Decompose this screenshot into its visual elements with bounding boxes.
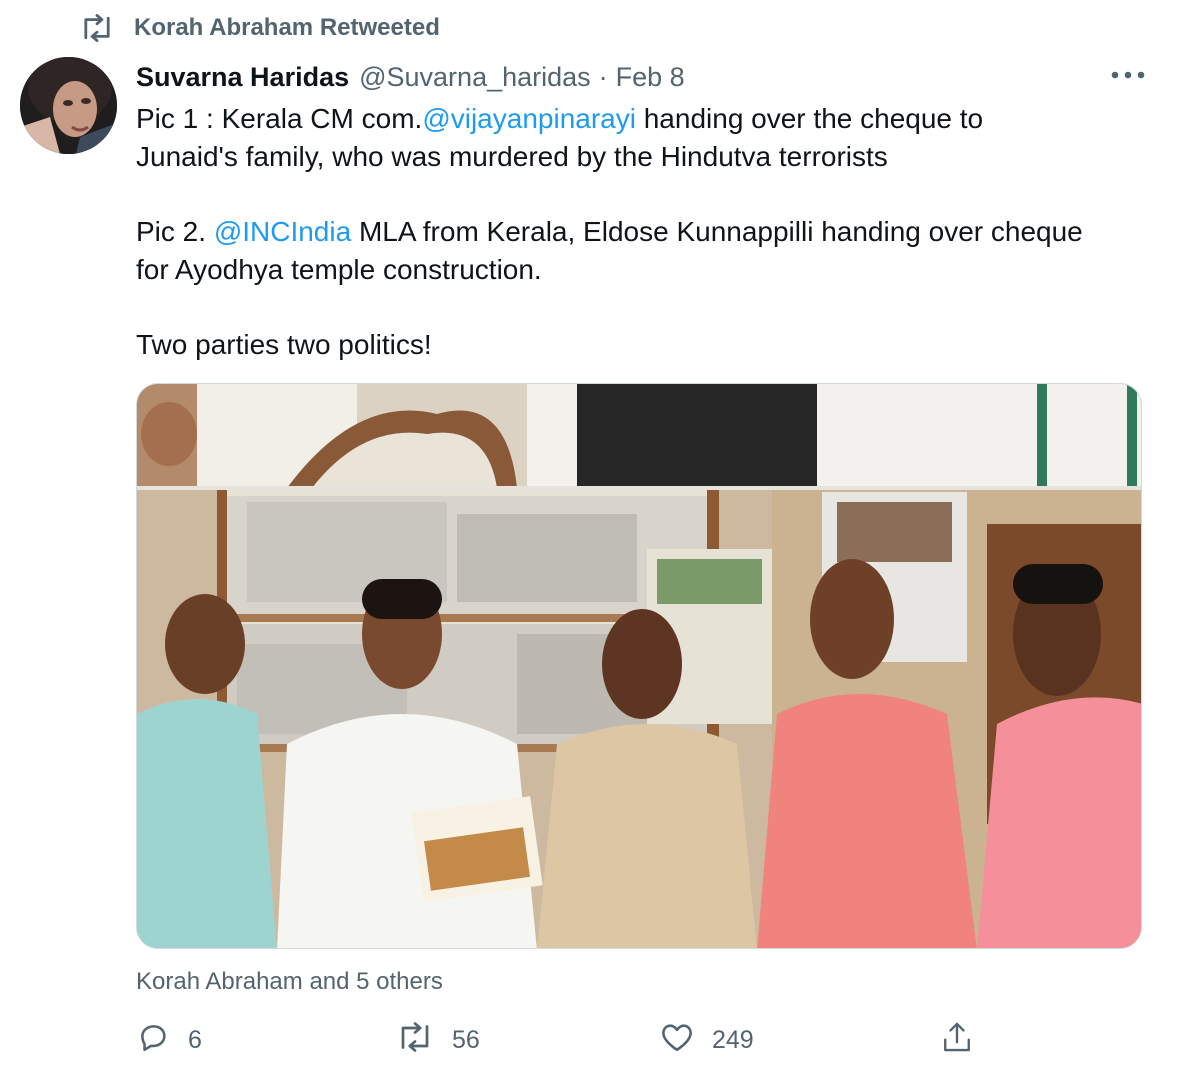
tweet-photo[interactable] <box>136 383 1142 949</box>
text-span: MLA from Kerala, Eldose Kunnappilli hand… <box>351 216 1083 247</box>
text-span: Pic 2. <box>136 216 214 247</box>
author-display-name[interactable]: Suvarna Haridas <box>136 62 349 93</box>
tweet-text-line: for Ayodhya temple construction. <box>136 254 542 285</box>
mention-link[interactable]: @INCIndia <box>214 216 351 247</box>
liked-by-text: Korah Abraham and 5 others <box>136 968 443 995</box>
retweet-icon <box>396 1021 434 1059</box>
retweet-count: 56 <box>452 1025 480 1054</box>
text-span: handing over the cheque to <box>635 103 984 134</box>
photo <box>137 384 1141 948</box>
tweet-text-line: Two parties two politics! <box>136 329 432 360</box>
share-icon <box>941 1020 973 1061</box>
more-icon <box>1110 67 1146 85</box>
reply-button[interactable]: 6 <box>136 1020 202 1060</box>
retweet-banner-text: Korah Abraham Retweeted <box>134 14 440 41</box>
like-button[interactable]: 249 <box>660 1020 754 1060</box>
reply-count: 6 <box>188 1025 202 1054</box>
retweet-banner[interactable]: Korah Abraham Retweeted <box>80 10 440 46</box>
text-span: Pic 1 : Kerala CM com. <box>136 103 423 134</box>
tweet-date[interactable]: Feb 8 <box>616 62 685 93</box>
tweet-text-line: Junaid's family, who was murdered by the… <box>136 141 888 172</box>
header-separator: · <box>598 61 608 92</box>
like-count: 249 <box>712 1025 754 1054</box>
author-handle[interactable]: @Suvarna_haridas <box>359 62 591 93</box>
liked-by-line[interactable]: Korah Abraham and 5 others <box>136 965 443 999</box>
tweet-text-line: Pic 1 : Kerala CM com.@vijayanpinarayi h… <box>136 100 1166 138</box>
tweet-text-line: Pic 2. @INCIndia MLA from Kerala, Eldose… <box>136 213 1166 251</box>
avatar[interactable] <box>20 57 117 154</box>
share-button[interactable] <box>941 1020 973 1060</box>
reply-icon <box>136 1020 170 1061</box>
action-bar: 6 56 249 <box>136 1020 1136 1060</box>
heart-icon <box>660 1021 694 1060</box>
tweet-header: Suvarna Haridas @Suvarna_haridas · Feb 8 <box>136 58 685 96</box>
tweet-text: Pic 1 : Kerala CM com.@vijayanpinarayi h… <box>136 100 1166 364</box>
retweet-button[interactable]: 56 <box>396 1020 480 1060</box>
retweet-icon <box>80 14 114 42</box>
mention-link[interactable]: @vijayanpinarayi <box>422 103 636 134</box>
more-button[interactable] <box>1106 60 1150 92</box>
